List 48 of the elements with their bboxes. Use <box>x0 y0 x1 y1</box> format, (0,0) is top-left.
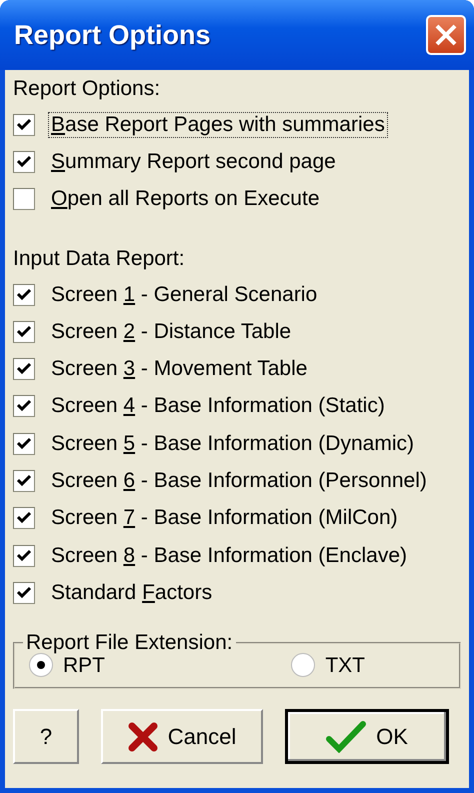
checkbox[interactable] <box>13 507 35 530</box>
check-icon <box>17 548 31 563</box>
checkbox-label[interactable]: Screen 8 - Base Information (Enclave) <box>48 542 410 569</box>
help-button[interactable]: ? <box>13 709 79 764</box>
checkmark-icon <box>326 720 366 753</box>
radio-button[interactable] <box>29 653 53 678</box>
checkbox-label[interactable]: Screen 1 - General Scenario <box>48 282 320 308</box>
checkbox[interactable] <box>13 358 35 380</box>
radio-button[interactable] <box>291 653 316 678</box>
checkbox-label[interactable]: Screen 7 - Base Information (MilCon) <box>48 505 401 532</box>
checkbox[interactable] <box>13 470 35 492</box>
ok-button[interactable]: OK <box>285 709 449 764</box>
checkbox[interactable] <box>13 544 35 567</box>
checkbox-label[interactable]: Base Report Pages with summaries <box>48 112 388 138</box>
check-icon <box>17 511 31 526</box>
checkbox-label[interactable]: Screen 6 - Base Information (Personnel) <box>48 468 430 494</box>
checkbox[interactable] <box>13 284 35 306</box>
section-heading: Report Options: <box>13 76 162 102</box>
checkbox[interactable] <box>13 395 35 418</box>
checkbox-label[interactable]: Standard Factors <box>48 580 216 606</box>
check-icon <box>17 474 31 488</box>
check-icon <box>17 436 31 451</box>
checkbox[interactable] <box>13 188 35 210</box>
checkbox-label[interactable]: Screen 2 - Distance Table <box>48 318 294 345</box>
close-icon <box>434 23 458 47</box>
checkbox-label[interactable]: Screen 4 - Base Information (Static) <box>48 393 388 420</box>
check-icon <box>17 362 31 376</box>
checkbox[interactable] <box>13 114 35 136</box>
cross-icon <box>128 722 158 752</box>
checkbox-label[interactable]: Screen 3 - Movement Table <box>48 356 310 382</box>
checkbox-label[interactable]: Screen 5 - Base Information (Dynamic) <box>48 430 417 457</box>
checkbox[interactable] <box>13 320 35 343</box>
check-icon <box>17 154 31 169</box>
cancel-button[interactable]: Cancel <box>101 709 263 764</box>
window-title: Report Options <box>14 18 210 52</box>
check-icon <box>17 324 31 339</box>
radio-label[interactable]: TXT <box>325 650 365 682</box>
close-button[interactable] <box>426 15 466 55</box>
check-icon <box>17 399 31 414</box>
check-icon <box>17 288 31 302</box>
check-icon <box>17 118 31 132</box>
checkbox[interactable] <box>13 582 35 604</box>
checkbox[interactable] <box>13 150 35 173</box>
checkbox-label[interactable]: Summary Report second page <box>48 148 339 175</box>
checkbox-label[interactable]: Open all Reports on Execute <box>48 186 322 212</box>
checkbox[interactable] <box>13 432 35 455</box>
check-icon <box>17 586 31 600</box>
section-heading: Input Data Report: <box>13 246 186 272</box>
